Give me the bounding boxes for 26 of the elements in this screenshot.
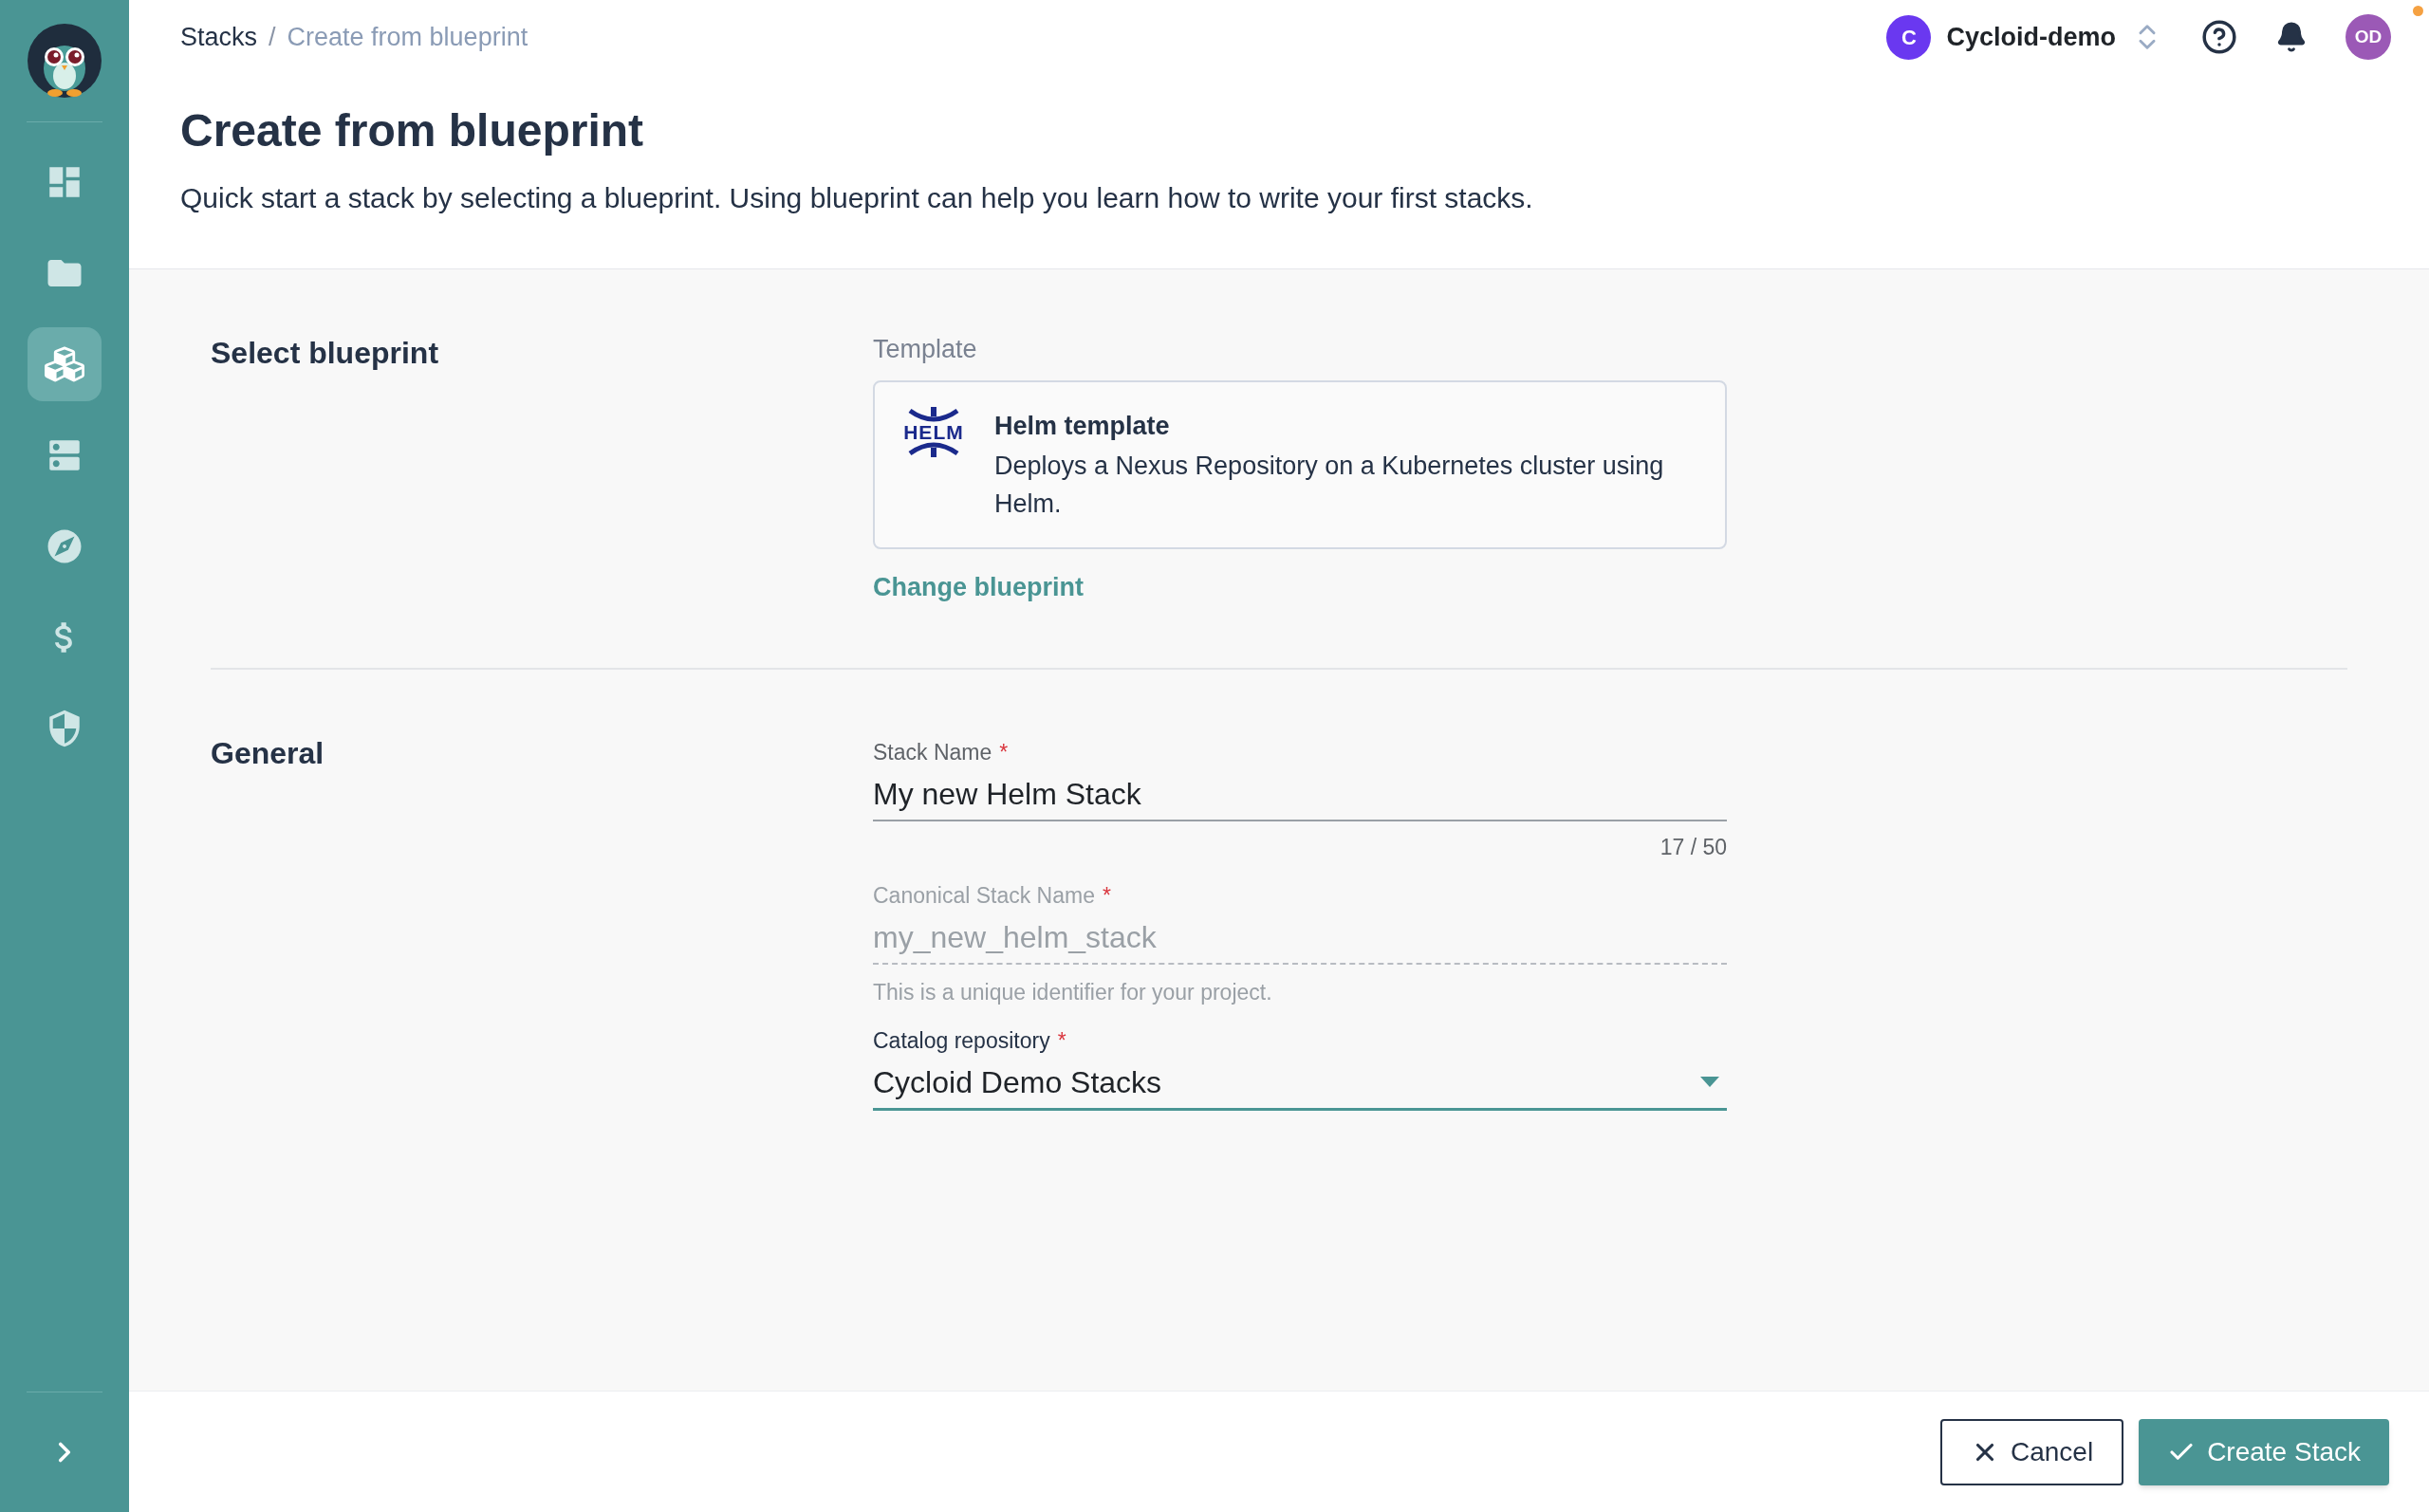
- helm-logo: HELM: [901, 406, 966, 523]
- breadcrumb-link[interactable]: Stacks: [180, 17, 258, 57]
- blueprint-description: Deploys a Nexus Repository on a Kubernetes cluster using Helm.: [994, 451, 1665, 520]
- breadcrumb-separator: /: [269, 21, 276, 53]
- cancel-button[interactable]: Cancel: [1939, 1418, 2124, 1485]
- help-icon[interactable]: [2201, 19, 2237, 55]
- organization-avatar: C: [1886, 14, 1932, 60]
- bell-icon[interactable]: [2275, 21, 2308, 53]
- dropdown-caret-icon: [1700, 1077, 1719, 1088]
- user-avatar[interactable]: OD: [2346, 14, 2391, 60]
- text-field[interactable]: Stack Name * My new Helm Stack: [873, 729, 1727, 821]
- organization-switcher[interactable]: C Cycloid-demo: [1886, 14, 2163, 60]
- blueprint-name: Helm template: [994, 410, 1171, 442]
- cubes-icon: [45, 344, 84, 384]
- select-field[interactable]: Catalog repository * Cycloid Demo Stacks: [873, 1018, 1727, 1111]
- sidebar-item[interactable]: [28, 327, 102, 401]
- page-description: Quick start a stack by selecting a blueprint. Using blueprint can help you learn how to write your first stacks.: [180, 181, 1534, 215]
- field-hint: This is a unique identifier for your project.: [873, 979, 1273, 1006]
- owl-logo-icon: [27, 23, 102, 99]
- breadcrumb-current: Create from blueprint: [287, 21, 528, 53]
- section-title: General: [211, 734, 325, 772]
- template-label: Template: [873, 334, 978, 365]
- organization-name: Cycloid-demo: [1946, 21, 2116, 53]
- character-counter: 17 / 50: [1659, 834, 1727, 861]
- page-title: Create from blueprint: [180, 104, 645, 157]
- section-title: Select blueprint: [211, 335, 440, 372]
